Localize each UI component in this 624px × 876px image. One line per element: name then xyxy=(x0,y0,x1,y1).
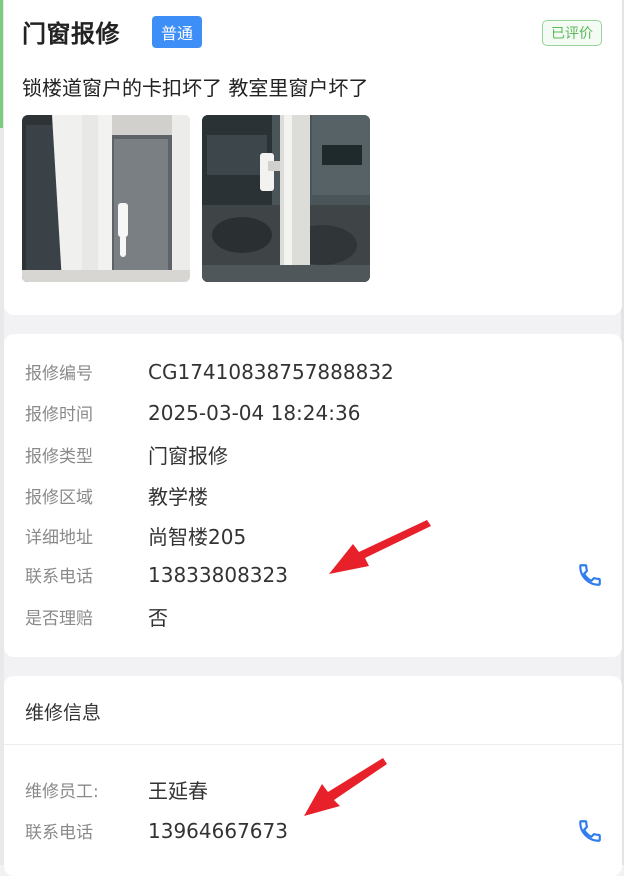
background-green-edge xyxy=(0,0,3,128)
repair-staff-label: 维修员工: xyxy=(25,782,99,802)
phone-icon[interactable] xyxy=(575,816,605,846)
claim-label: 是否理赔 xyxy=(25,609,93,629)
status-badge: 已评价 xyxy=(542,20,602,46)
order-number-value: CG17410838757888832 xyxy=(148,359,394,384)
divider xyxy=(4,744,622,745)
address-label: 详细地址 xyxy=(25,528,93,548)
repair-description: 锁楼道窗户的卡扣坏了 教室里窗户坏了 xyxy=(22,76,369,100)
window-photo-2[interactable] xyxy=(202,115,370,282)
repair-staff-value: 王延春 xyxy=(148,779,208,803)
phone-icon[interactable] xyxy=(575,560,605,590)
contact-phone-label: 联系电话 xyxy=(25,567,93,587)
repair-area-value: 教学楼 xyxy=(148,485,208,509)
address-value: 尚智楼205 xyxy=(148,525,247,549)
info-row-staff-phone: 联系电话 13964667673 xyxy=(25,818,605,843)
repair-area-label: 报修区域 xyxy=(25,488,93,508)
title-row: 门窗报修 普通 xyxy=(22,14,203,49)
staff-phone-value[interactable]: 13964667673 xyxy=(148,819,288,843)
order-number-label: 报修编号 xyxy=(25,364,93,384)
repair-title: 门窗报修 xyxy=(22,20,120,48)
report-time-value: 2025-03-04 18:24:36 xyxy=(148,400,361,425)
info-row-report-time: 报修时间 2025-03-04 18:24:36 xyxy=(25,400,605,426)
info-row-order-number: 报修编号 CG17410838757888832 xyxy=(25,359,605,385)
info-row-address: 详细地址 尚智楼205 xyxy=(25,521,605,550)
repair-type-label: 报修类型 xyxy=(25,447,93,467)
repair-type-value: 门窗报修 xyxy=(148,444,228,468)
info-row-claim: 是否理赔 否 xyxy=(25,602,605,631)
claim-value: 否 xyxy=(148,606,168,630)
repair-summary-card: 门窗报修 普通 已评价 锁楼道窗户的卡扣坏了 教室里窗户坏了 xyxy=(4,0,622,315)
report-time-label: 报修时间 xyxy=(25,405,93,425)
info-row-repair-type: 报修类型 门窗报修 xyxy=(25,440,605,469)
info-row-repair-area: 报修区域 教学楼 xyxy=(25,481,605,510)
info-row-contact-phone: 联系电话 13833808323 xyxy=(25,562,605,587)
red-arrow-icon xyxy=(329,520,431,574)
photo-gallery xyxy=(22,115,370,282)
priority-badge: 普通 xyxy=(152,15,203,48)
contact-phone-value[interactable]: 13833808323 xyxy=(148,563,288,587)
repair-detail-card: 报修编号 CG17410838757888832 报修时间 2025-03-04… xyxy=(4,334,622,657)
repair-info-title: 维修信息 xyxy=(25,702,102,724)
staff-phone-label: 联系电话 xyxy=(25,823,93,843)
red-arrow-icon xyxy=(304,758,387,816)
window-photo-1[interactable] xyxy=(22,115,190,282)
